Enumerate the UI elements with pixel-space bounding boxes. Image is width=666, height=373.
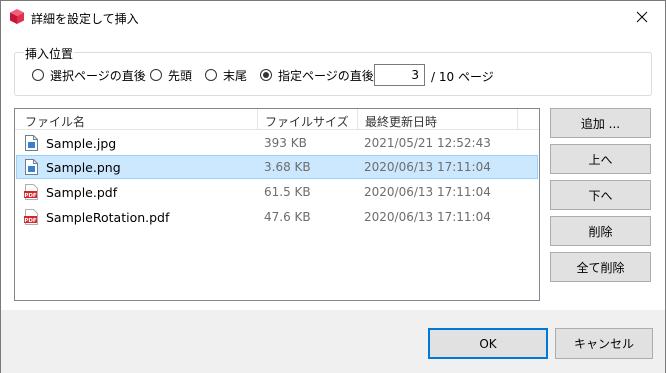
file-list-header: ファイル名 ファイルサイズ 最終更新日時: [15, 109, 539, 130]
file-modified: 2021/05/21 12:52:43: [364, 136, 491, 150]
radio-label: 選択ページの直後: [50, 68, 146, 83]
pdf-file-icon: PDF: [24, 184, 39, 200]
radio-indicator: [32, 69, 44, 81]
column-separator[interactable]: [257, 109, 258, 130]
column-header-filename[interactable]: ファイル名: [25, 113, 85, 130]
svg-text:PDF: PDF: [24, 218, 37, 224]
title-bar[interactable]: 詳細を設定して挿入: [1, 1, 665, 33]
move-down-button[interactable]: 下へ: [550, 180, 651, 210]
close-icon: [636, 11, 648, 23]
file-name: Sample.pdf: [46, 185, 118, 200]
file-row-selected[interactable]: Sample.png 3.68 KB 2020/06/13 17:11:04: [16, 155, 538, 179]
file-list[interactable]: ファイル名 ファイルサイズ 最終更新日時 Sample.jpg 393 KB 2…: [14, 108, 540, 301]
file-name: Sample.jpg: [46, 136, 117, 151]
cancel-button[interactable]: キャンセル: [555, 328, 653, 359]
insert-position-legend: 挿入位置: [24, 45, 75, 62]
file-row[interactable]: PDF SampleRotation.pdf 47.6 KB 2020/06/1…: [16, 205, 538, 229]
page-total-label: / 10 ページ: [431, 70, 494, 84]
radio-last[interactable]: 末尾: [205, 67, 247, 83]
file-size: 61.5 KB: [264, 185, 311, 199]
column-header-filesize[interactable]: ファイルサイズ: [265, 113, 349, 130]
column-separator[interactable]: [357, 109, 358, 130]
file-modified: 2020/06/13 17:11:04: [364, 210, 491, 224]
pdf-file-icon: PDF: [24, 209, 39, 225]
image-file-icon: [24, 159, 39, 175]
app-icon: [10, 9, 24, 24]
file-modified: 2020/06/13 17:11:04: [364, 160, 491, 174]
window-title: 詳細を設定して挿入: [31, 12, 139, 26]
radio-indicator: [150, 69, 162, 81]
radio-after-specified-page[interactable]: 指定ページの直後: [260, 67, 374, 83]
move-up-button[interactable]: 上へ: [550, 144, 651, 174]
insert-settings-dialog: 詳細を設定して挿入 挿入位置 選択ページの直後 先頭 末尾 指定ページの直後 3…: [0, 0, 666, 373]
radio-after-selected-page[interactable]: 選択ページの直後: [32, 67, 146, 83]
file-size: 3.68 KB: [264, 160, 311, 174]
radio-indicator: [205, 69, 217, 81]
radio-first[interactable]: 先頭: [150, 67, 192, 83]
image-file-icon: [24, 135, 39, 151]
svg-text:PDF: PDF: [24, 193, 37, 199]
radio-label: 指定ページの直後: [278, 68, 374, 83]
column-separator[interactable]: [517, 109, 518, 130]
delete-all-button[interactable]: 全て削除: [550, 252, 651, 282]
delete-button[interactable]: 削除: [550, 216, 651, 246]
radio-label: 末尾: [223, 68, 248, 83]
file-size: 393 KB: [264, 136, 307, 150]
file-row[interactable]: Sample.jpg 393 KB 2021/05/21 12:52:43: [16, 131, 538, 155]
file-modified: 2020/06/13 17:11:04: [364, 185, 491, 199]
file-name: Sample.png: [46, 160, 121, 175]
close-button[interactable]: [619, 1, 665, 33]
page-number-input[interactable]: 3: [374, 64, 425, 86]
column-header-modified[interactable]: 最終更新日時: [365, 113, 437, 130]
radio-label: 先頭: [168, 68, 193, 83]
ok-button[interactable]: OK: [428, 328, 548, 359]
file-row[interactable]: PDF Sample.pdf 61.5 KB 2020/06/13 17:11:…: [16, 180, 538, 204]
radio-indicator-checked: [260, 69, 272, 81]
add-button[interactable]: 追加 ...: [550, 108, 651, 138]
file-name: SampleRotation.pdf: [46, 210, 170, 225]
file-size: 47.6 KB: [264, 210, 311, 224]
